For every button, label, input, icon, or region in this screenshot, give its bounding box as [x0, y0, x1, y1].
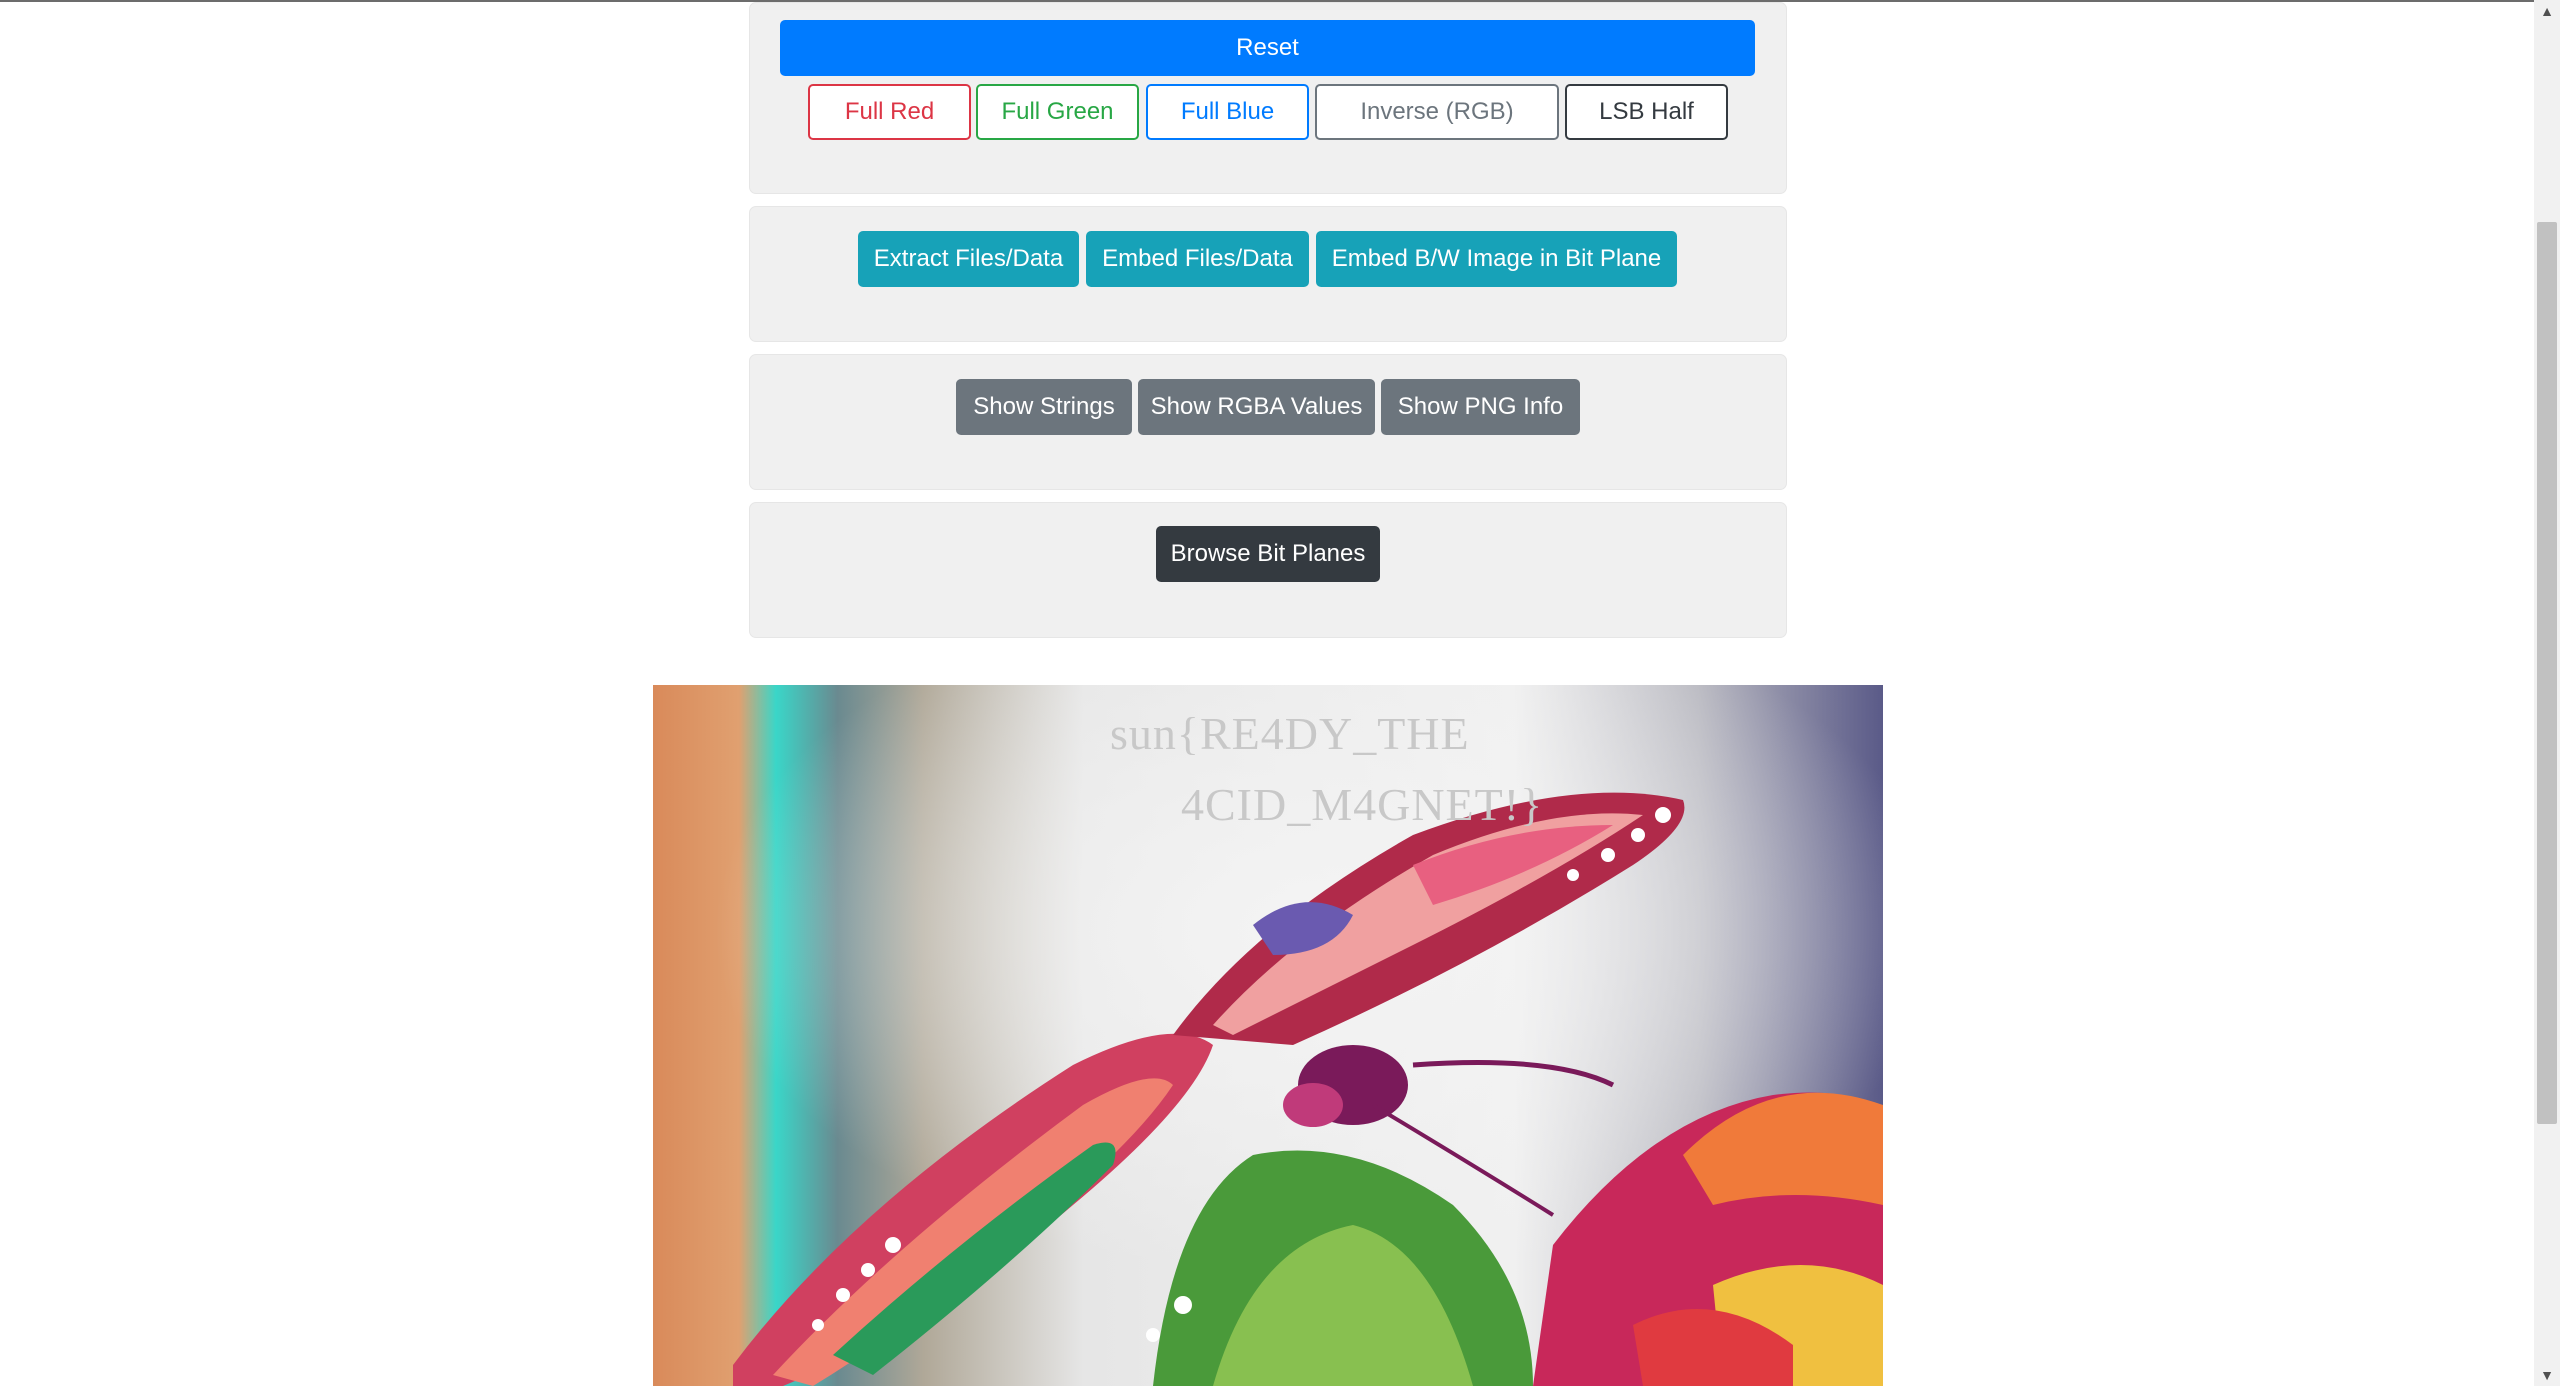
processed-image: sun{RE4DY_THE 4CID_M4GNET!} [653, 685, 1883, 1386]
embed-bw-image-button[interactable]: Embed B/W Image in Bit Plane [1316, 231, 1677, 287]
lsb-half-button[interactable]: LSB Half [1565, 84, 1728, 140]
full-red-button[interactable]: Full Red [808, 84, 971, 140]
full-blue-button[interactable]: Full Blue [1146, 84, 1309, 140]
embed-files-button[interactable]: Embed Files/Data [1086, 231, 1309, 287]
hidden-flag-text-line1: sun{RE4DY_THE [1110, 708, 1470, 759]
show-png-info-button[interactable]: Show PNG Info [1381, 379, 1580, 435]
scrollbar-thumb[interactable] [2537, 222, 2557, 1124]
inverse-rgb-button[interactable]: Inverse (RGB) [1315, 84, 1559, 140]
scroll-up-icon[interactable]: ▲ [2537, 2, 2557, 20]
browse-bit-planes-button[interactable]: Browse Bit Planes [1156, 526, 1380, 582]
hidden-flag-text-line2: 4CID_M4GNET!} [1181, 779, 1544, 830]
extract-files-button[interactable]: Extract Files/Data [858, 231, 1079, 287]
reset-button[interactable]: Reset [780, 20, 1755, 76]
scroll-down-icon[interactable]: ▼ [2537, 1366, 2557, 1384]
show-strings-button[interactable]: Show Strings [956, 379, 1132, 435]
show-rgba-values-button[interactable]: Show RGBA Values [1138, 379, 1375, 435]
full-green-button[interactable]: Full Green [976, 84, 1139, 140]
